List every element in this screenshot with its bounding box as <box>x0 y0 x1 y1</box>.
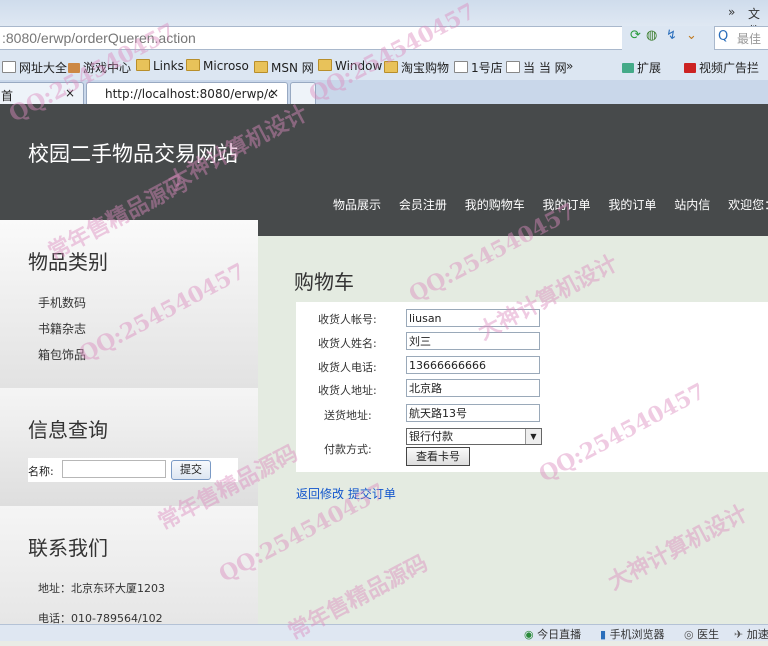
compat-icon[interactable]: ◍ <box>646 28 657 43</box>
page-icon <box>454 61 468 73</box>
address-url[interactable]: :8080/erwp/orderQueren.action <box>2 30 196 46</box>
search-placeholder: 最佳 <box>737 32 762 46</box>
fav-item[interactable]: 网址大全 <box>2 59 67 76</box>
category-link[interactable]: 箱包饰品 <box>38 346 86 363</box>
category-link[interactable]: 书籍杂志 <box>38 320 86 337</box>
fav-item[interactable]: 淘宝购物 <box>384 59 449 76</box>
status-bar: ◉ 今日直播 ▮ 手机浏览器 ◎ 医生 ✈ 加速器 <box>0 624 768 641</box>
folder-icon <box>186 59 200 71</box>
toolbar-more-button[interactable]: » <box>728 5 735 19</box>
nav-buttons: ⟳ ◍ ↯ ⌄ <box>628 27 708 47</box>
query-form: 名称: 提交 <box>28 458 238 482</box>
fav-item[interactable]: 视频广告拦 <box>684 59 759 76</box>
search-icon: Q <box>718 29 729 44</box>
close-icon[interactable]: × <box>65 86 75 100</box>
page-icon <box>2 61 16 73</box>
query-submit-button[interactable]: 提交 <box>171 460 211 480</box>
query-section: 信息查询 <box>0 388 258 506</box>
accelerate-icon: ✈ <box>734 628 747 641</box>
doctor-icon: ◎ <box>684 628 698 641</box>
site-nav: 物品展示 会员注册 我的购物车 我的订单 我的订单 站内信 欢迎您：刘三 <box>333 196 768 213</box>
nav-item-orders[interactable]: 我的订单 <box>543 198 591 212</box>
nav-item-products[interactable]: 物品展示 <box>333 198 381 212</box>
query-name-input[interactable] <box>62 460 166 478</box>
submit-order-link[interactable]: 提交订单 <box>348 487 396 501</box>
category-link[interactable]: 手机数码 <box>38 294 86 311</box>
fav-item[interactable]: 游戏中心 <box>68 59 131 76</box>
payment-value: 银行付款 <box>409 430 453 443</box>
order-form: 收货人帐号: liusan 收货人姓名: 刘三 收货人电话: 136666666… <box>296 302 768 472</box>
contact-address: 地址：北京东环大厦1203 <box>38 582 165 595</box>
nav-item-cart[interactable]: 我的购物车 <box>465 198 525 212</box>
page-title: 购物车 <box>294 270 354 294</box>
fav-item[interactable]: MSN 网 <box>254 59 314 76</box>
phone-label: 收货人电话: <box>318 361 377 374</box>
categories-section: 物品类别 手机数码 书籍杂志 箱包饰品 <box>0 220 258 388</box>
view-card-button[interactable]: 查看卡号 <box>406 447 470 466</box>
delivery-field[interactable]: 航天路13号 <box>406 404 540 422</box>
folder-icon <box>384 61 398 73</box>
go-icon[interactable]: ↯ <box>666 28 677 43</box>
address-field[interactable]: 北京路 <box>406 379 540 397</box>
tab-bar: 首 × http://localhost:8080/erwp/c × <box>0 80 768 104</box>
account-label: 收货人帐号: <box>318 313 377 326</box>
site-header: 校园二手物品交易网站 物品展示 会员注册 我的购物车 我的订单 我的订单 站内信… <box>0 104 768 236</box>
folder-icon <box>318 59 332 71</box>
phone-icon: ▮ <box>600 628 610 641</box>
payment-select[interactable]: 银行付款 ▼ <box>406 428 542 445</box>
payment-label: 付款方式: <box>324 443 372 456</box>
back-modify-link[interactable]: 返回修改 <box>296 487 344 501</box>
query-label: 名称: <box>28 465 54 478</box>
tab-previous[interactable]: 首 × <box>0 82 84 104</box>
fav-item[interactable]: Microso <box>186 59 249 73</box>
fav-item[interactable]: Links <box>136 59 184 73</box>
contact-section: 联系我们 地址：北京东环大厦1203 电话：010-789564/102 <box>0 506 258 640</box>
address-bar[interactable]: :8080/erwp/orderQueren.action <box>0 26 622 50</box>
favorites-bar: 网址大全 游戏中心 Links Microso MSN 网 Window 淘宝购… <box>0 56 768 78</box>
fav-item[interactable]: 扩展 <box>622 59 661 76</box>
contact-title: 联系我们 <box>28 536 108 560</box>
browser-top-strip: » 文件 <box>0 0 768 38</box>
folder-icon <box>136 59 150 71</box>
chevron-down-icon[interactable]: ⌄ <box>686 28 697 43</box>
fav-item[interactable]: Window <box>318 59 382 73</box>
nav-item-register[interactable]: 会员注册 <box>399 198 447 212</box>
sidebar: 物品类别 手机数码 书籍杂志 箱包饰品 信息查询 名称: 提交 联系我们 地址：… <box>0 220 258 640</box>
fav-more[interactable]: » <box>566 59 573 73</box>
nav-item-orders-2[interactable]: 我的订单 <box>608 198 656 212</box>
folder-icon <box>254 61 268 73</box>
form-actions: 返回修改 提交订单 <box>296 485 396 502</box>
account-field[interactable]: liusan <box>406 309 540 327</box>
extension-icon <box>622 63 634 73</box>
video-icon <box>684 63 696 73</box>
main-content: 购物车 收货人帐号: liusan 收货人姓名: 刘三 收货人电话: 13666… <box>258 236 768 640</box>
name-label: 收货人姓名: <box>318 337 377 350</box>
name-field[interactable]: 刘三 <box>406 332 540 350</box>
query-title: 信息查询 <box>28 418 108 442</box>
nav-item-messages[interactable]: 站内信 <box>674 198 710 212</box>
tab-active[interactable]: http://localhost:8080/erwp/c × <box>86 82 288 104</box>
fav-item[interactable]: 当 当 网 <box>506 59 567 76</box>
address-label: 收货人地址: <box>318 384 377 397</box>
site-title: 校园二手物品交易网站 <box>28 142 238 166</box>
search-box[interactable]: Q 最佳 <box>714 26 768 50</box>
fav-item[interactable]: 1号店 <box>454 59 503 76</box>
browser-chrome: » 文件 :8080/erwp/orderQueren.action ⟳ ◍ ↯… <box>0 0 768 104</box>
delivery-label: 送货地址: <box>324 409 372 422</box>
refresh-icon[interactable]: ⟳ <box>630 28 641 43</box>
new-tab-button[interactable] <box>290 82 316 104</box>
phone-field[interactable]: 13666666666 <box>406 356 540 374</box>
dropdown-arrow-icon[interactable]: ▼ <box>525 429 541 444</box>
game-icon <box>68 63 80 73</box>
page-icon <box>506 61 520 73</box>
live-icon: ◉ <box>524 628 538 641</box>
close-icon[interactable]: × <box>269 86 279 100</box>
nav-welcome[interactable]: 欢迎您：刘三 <box>728 198 768 212</box>
categories-title: 物品类别 <box>28 250 108 274</box>
